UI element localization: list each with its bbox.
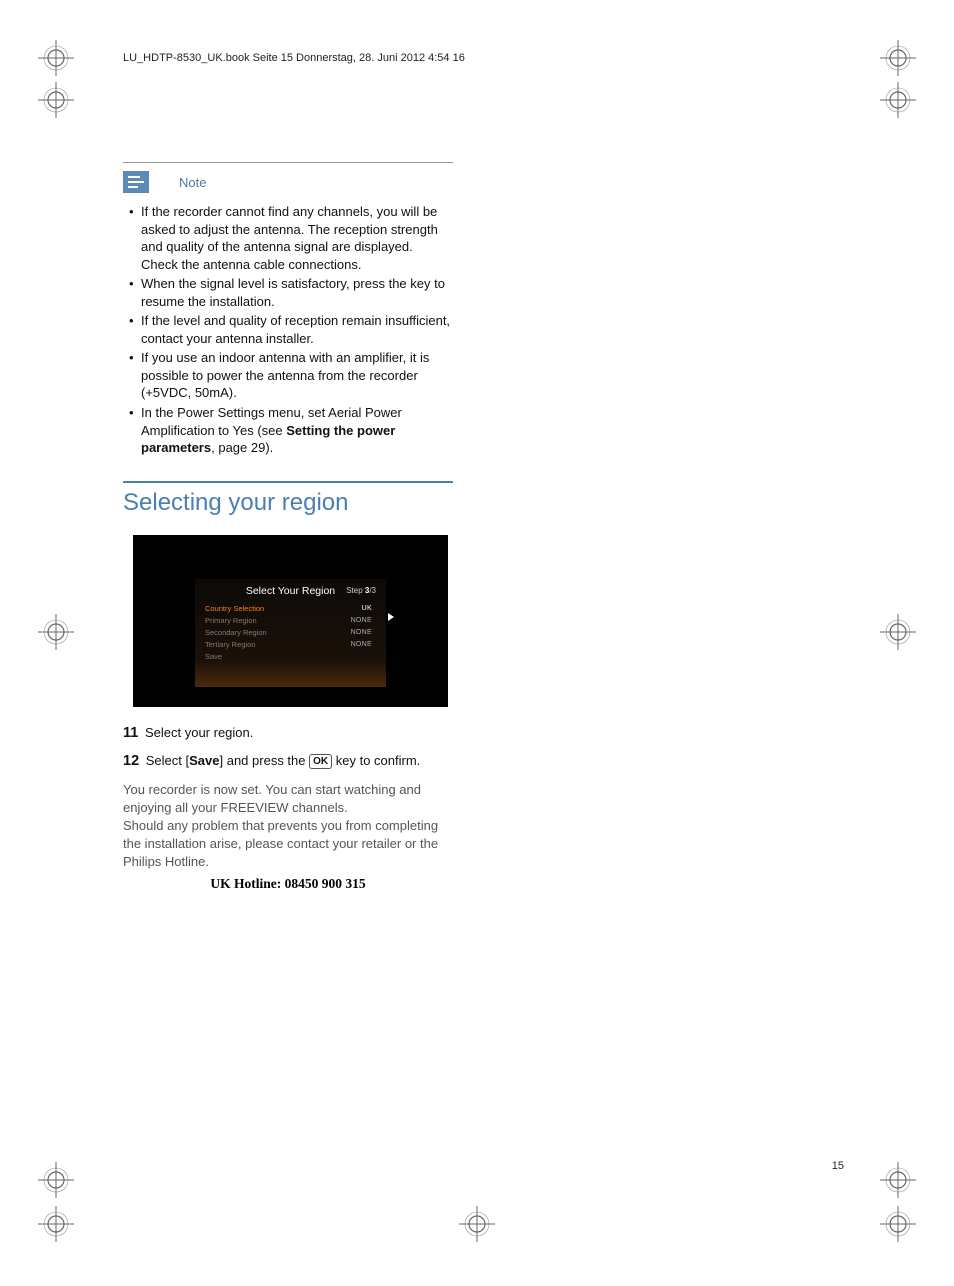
note-item: If the level and quality of reception re…	[123, 312, 453, 347]
step-12: 12 Select [Save] and press the OK key to…	[123, 753, 453, 769]
registration-mark	[878, 612, 918, 652]
section-rule	[123, 481, 453, 483]
note-item: If the recorder cannot find any channels…	[123, 203, 453, 273]
tv-screenshot: Select Your Region Step 3/3 Country Sele…	[133, 535, 448, 707]
registration-mark	[36, 1204, 76, 1244]
registration-mark	[878, 1160, 918, 1200]
menu-row-save[interactable]: Save	[205, 651, 376, 663]
menu-row-tertiary[interactable]: Tertiary RegionNONE	[205, 639, 376, 651]
registration-mark	[36, 1160, 76, 1200]
registration-mark	[878, 38, 918, 78]
note-item: If you use an indoor antenna with an amp…	[123, 349, 453, 402]
chevron-right-icon	[388, 613, 394, 621]
section-title: Selecting your region	[123, 489, 453, 517]
note-item: In the Power Settings menu, set Aerial P…	[123, 404, 453, 457]
document-header: LU_HDTP-8530_UK.book Seite 15 Donnerstag…	[123, 52, 465, 64]
note-box: Note If the recorder cannot find any cha…	[123, 162, 453, 457]
closing-p1: You recorder is now set. You can start w…	[123, 781, 453, 817]
menu-row-secondary[interactable]: Secondary RegionNONE	[205, 627, 376, 639]
ok-key-icon: OK	[309, 754, 332, 769]
registration-mark	[36, 80, 76, 120]
page-content: Note If the recorder cannot find any cha…	[123, 162, 453, 893]
note-label: Note	[179, 175, 206, 190]
note-icon	[123, 171, 149, 193]
page-number: 15	[832, 1160, 844, 1172]
registration-mark	[457, 1204, 497, 1244]
registration-mark	[878, 80, 918, 120]
menu-row-primary[interactable]: Primary RegionNONE	[205, 615, 376, 627]
closing-text: You recorder is now set. You can start w…	[123, 781, 453, 894]
closing-p2: Should any problem that prevents you fro…	[123, 817, 453, 872]
region-panel: Select Your Region Step 3/3 Country Sele…	[195, 579, 386, 687]
registration-mark	[36, 38, 76, 78]
panel-title: Select Your Region Step 3/3	[205, 585, 376, 597]
menu-row-country[interactable]: Country SelectionUK	[205, 603, 376, 615]
step-11: 11 Select your region.	[123, 725, 453, 741]
note-list: If the recorder cannot find any channels…	[123, 203, 453, 457]
step-indicator: Step 3/3	[346, 586, 376, 595]
registration-mark	[36, 612, 76, 652]
instruction-steps: 11 Select your region. 12 Select [Save] …	[123, 725, 453, 769]
hotline: UK Hotline: 08450 900 315	[123, 875, 453, 894]
note-item: When the signal level is satisfactory, p…	[123, 275, 453, 310]
registration-mark	[878, 1204, 918, 1244]
